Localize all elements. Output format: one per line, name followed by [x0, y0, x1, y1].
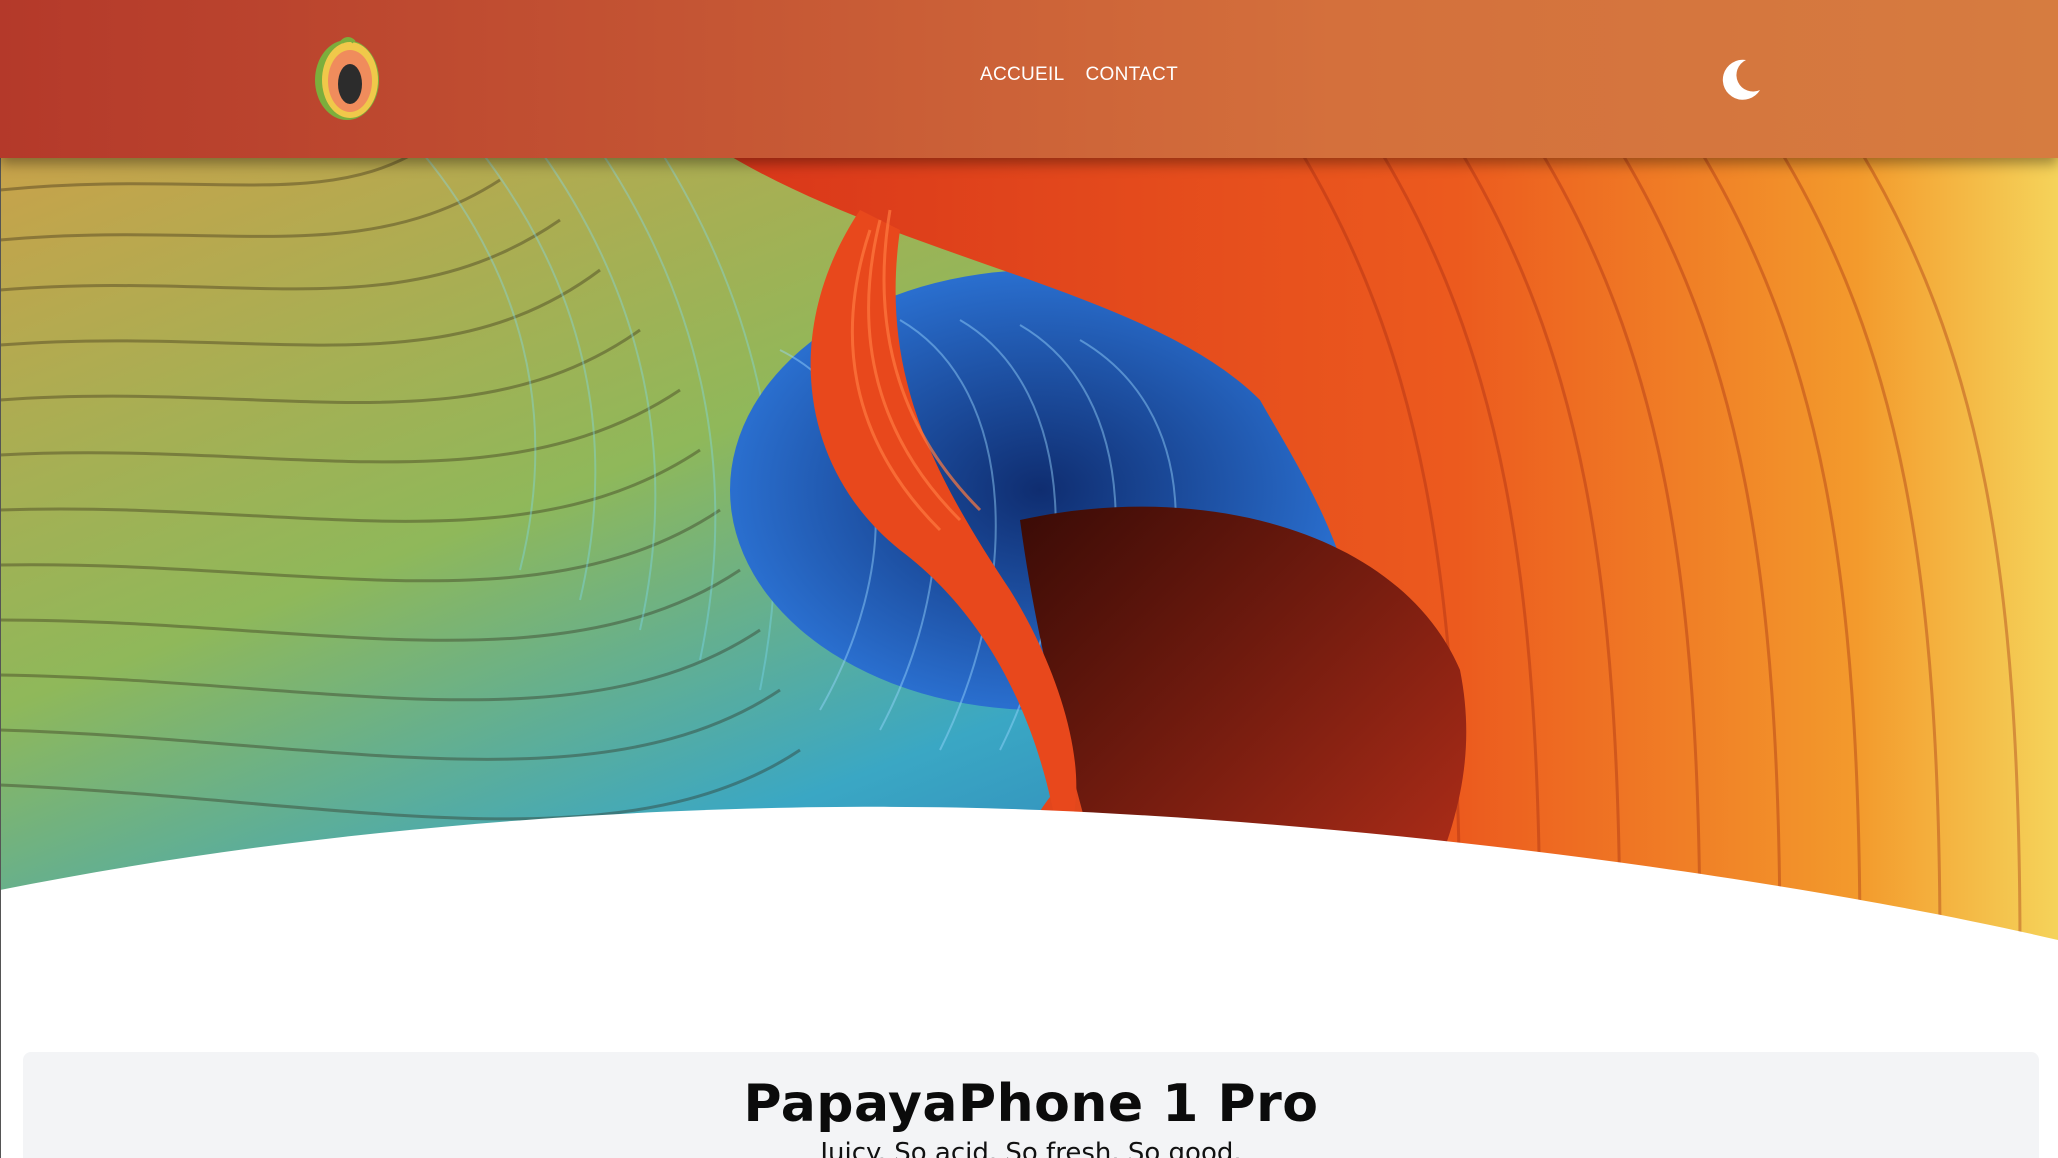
product-card: PapayaPhone 1 Pro Juicy. So acid. So fre… — [23, 1052, 2039, 1158]
main-nav: ACCUEIL CONTACT — [980, 64, 1178, 86]
moon-icon[interactable] — [1716, 56, 1764, 104]
product-title: PapayaPhone 1 Pro — [743, 1074, 1319, 1134]
page-left-border — [0, 150, 1, 1158]
site-header: ACCUEIL CONTACT — [0, 0, 2058, 158]
page: ACCUEIL CONTACT PapayaPhone 1 Pro Juicy.… — [0, 0, 2058, 1158]
abstract-wave-artwork — [0, 150, 2058, 950]
nav-contact-link[interactable]: CONTACT — [1085, 64, 1178, 86]
papaya-logo-icon[interactable] — [312, 30, 382, 122]
hero-image — [0, 150, 2058, 950]
product-subtitle: Juicy. So acid. So fresh. So good. — [820, 1138, 1242, 1158]
nav-accueil-link[interactable]: ACCUEIL — [980, 64, 1064, 86]
